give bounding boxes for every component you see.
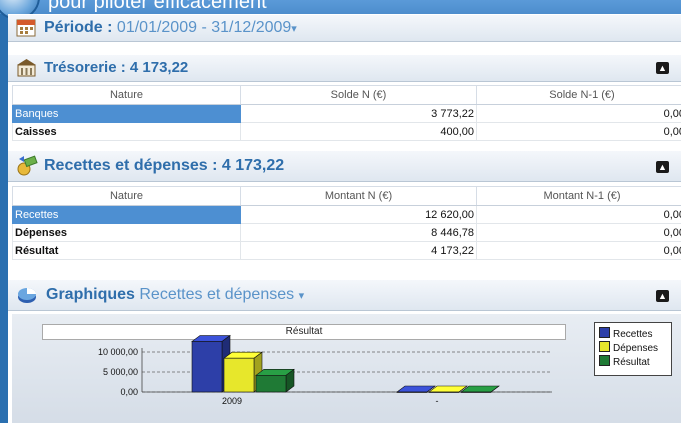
legend-item: Recettes xyxy=(599,327,653,340)
bar-top xyxy=(396,385,436,393)
chart-legend: Recettes Dépenses Résultat xyxy=(594,322,672,376)
recettes-header: Recettes et dépenses : 4 173,22 ▲ xyxy=(8,150,681,182)
row-value-n1: 0,00 xyxy=(476,241,681,260)
tresorerie-header: Trésorerie : 4 173,22 ▲ xyxy=(8,54,681,82)
y-tick-label: 0,00 xyxy=(120,387,138,397)
legend-swatch xyxy=(599,327,610,338)
recettes-title: Recettes et dépenses : 4 173,22 xyxy=(44,157,285,174)
table-row[interactable]: Recettes 12 620,00 0,00 xyxy=(12,205,681,224)
money-icon xyxy=(17,155,38,176)
bar xyxy=(460,391,492,393)
row-nature: Banques xyxy=(12,104,241,123)
row-value-n: 3 773,22 xyxy=(240,104,477,123)
tresorerie-table: Nature Solde N (€) Solde N-1 (€) Banques… xyxy=(12,85,681,141)
bar xyxy=(428,391,460,393)
table-header-row: Nature Montant N (€) Montant N-1 (€) xyxy=(12,186,681,206)
app-header: pour piloter efficacement xyxy=(0,0,681,20)
row-value-n: 4 173,22 xyxy=(240,241,477,260)
graphiques-header: Graphiques Recettes et dépenses ▾ ▲ xyxy=(8,279,681,311)
app-tagline: pour piloter efficacement xyxy=(48,0,267,13)
dashboard-panel: Période : 01/01/2009 - 31/12/2009▾ Tréso… xyxy=(8,14,681,423)
period-label: Période : xyxy=(44,19,113,36)
graphiques-title: Graphiques xyxy=(46,286,135,303)
bar xyxy=(223,357,255,393)
row-value-n1: 0,00 xyxy=(476,104,681,123)
bank-icon xyxy=(17,59,36,77)
bar-top xyxy=(460,385,500,393)
chevron-down-icon: ▾ xyxy=(298,290,305,302)
x-tick-label: - xyxy=(436,396,439,406)
row-nature: Recettes xyxy=(12,205,241,224)
row-nature: Résultat xyxy=(12,241,241,260)
y-tick-label: 10 000,00 xyxy=(98,347,138,357)
collapse-graphiques-button[interactable]: ▲ xyxy=(656,290,669,302)
row-value-n1: 0,00 xyxy=(476,122,681,141)
row-value-n: 400,00 xyxy=(240,122,477,141)
table-row[interactable]: Dépenses 8 446,78 0,00 xyxy=(12,223,681,242)
graphiques-subtitle: Recettes et dépenses xyxy=(139,286,295,303)
period-value: 01/01/2009 - 31/12/2009 xyxy=(116,19,292,36)
bar-chart: 10 000,00 5 000,00 0,00 2009 - xyxy=(98,334,552,406)
period-selector[interactable]: Période : 01/01/2009 - 31/12/2009▾ xyxy=(44,19,297,37)
legend-item: Résultat xyxy=(599,355,650,368)
bar xyxy=(396,391,428,393)
table-row[interactable]: Résultat 4 173,22 0,00 xyxy=(12,241,681,260)
legend-swatch xyxy=(599,341,610,352)
table-row[interactable]: Banques 3 773,22 0,00 xyxy=(12,104,681,123)
table-header-row: Nature Solde N (€) Solde N-1 (€) xyxy=(12,85,681,105)
row-value-n: 12 620,00 xyxy=(240,205,477,224)
chevron-down-icon: ▾ xyxy=(291,23,297,35)
table-row[interactable]: Caisses 400,00 0,00 xyxy=(12,122,681,141)
column-header[interactable]: Nature xyxy=(12,85,241,105)
bar xyxy=(255,375,287,393)
period-bar: Période : 01/01/2009 - 31/12/2009▾ xyxy=(8,14,681,42)
collapse-tresorerie-button[interactable]: ▲ xyxy=(656,62,669,74)
column-header[interactable]: Montant N (€) xyxy=(240,186,477,206)
bar xyxy=(191,341,223,393)
legend-swatch xyxy=(599,355,610,366)
column-header[interactable]: Solde N-1 (€) xyxy=(476,85,681,105)
y-tick-label: 5 000,00 xyxy=(103,367,138,377)
bar-top xyxy=(428,385,468,393)
collapse-recettes-button[interactable]: ▲ xyxy=(656,161,669,173)
column-header[interactable]: Nature xyxy=(12,186,241,206)
column-header[interactable]: Montant N-1 (€) xyxy=(476,186,681,206)
legend-label: Résultat xyxy=(613,357,650,368)
legend-label: Dépenses xyxy=(613,343,659,354)
column-header[interactable]: Solde N (€) xyxy=(240,85,477,105)
row-value-n1: 0,00 xyxy=(476,223,681,242)
row-value-n1: 0,00 xyxy=(476,205,681,224)
graphiques-selector[interactable]: Graphiques Recettes et dépenses ▾ xyxy=(46,286,304,304)
row-value-n: 8 446,78 xyxy=(240,223,477,242)
calendar-icon xyxy=(16,19,36,37)
pie-chart-icon xyxy=(18,288,36,303)
legend-item: Dépenses xyxy=(599,341,659,354)
recettes-table: Nature Montant N (€) Montant N-1 (€) Rec… xyxy=(12,186,681,260)
x-tick-label: 2009 xyxy=(222,396,242,406)
row-nature: Dépenses xyxy=(12,223,241,242)
row-nature: Caisses xyxy=(12,122,241,141)
chart-area: Résultat 10 000,00 5 000,00 0,00 2009 - Rece… xyxy=(12,314,681,423)
legend-label: Recettes xyxy=(613,329,653,340)
tresorerie-title: Trésorerie : 4 173,22 xyxy=(44,59,189,76)
